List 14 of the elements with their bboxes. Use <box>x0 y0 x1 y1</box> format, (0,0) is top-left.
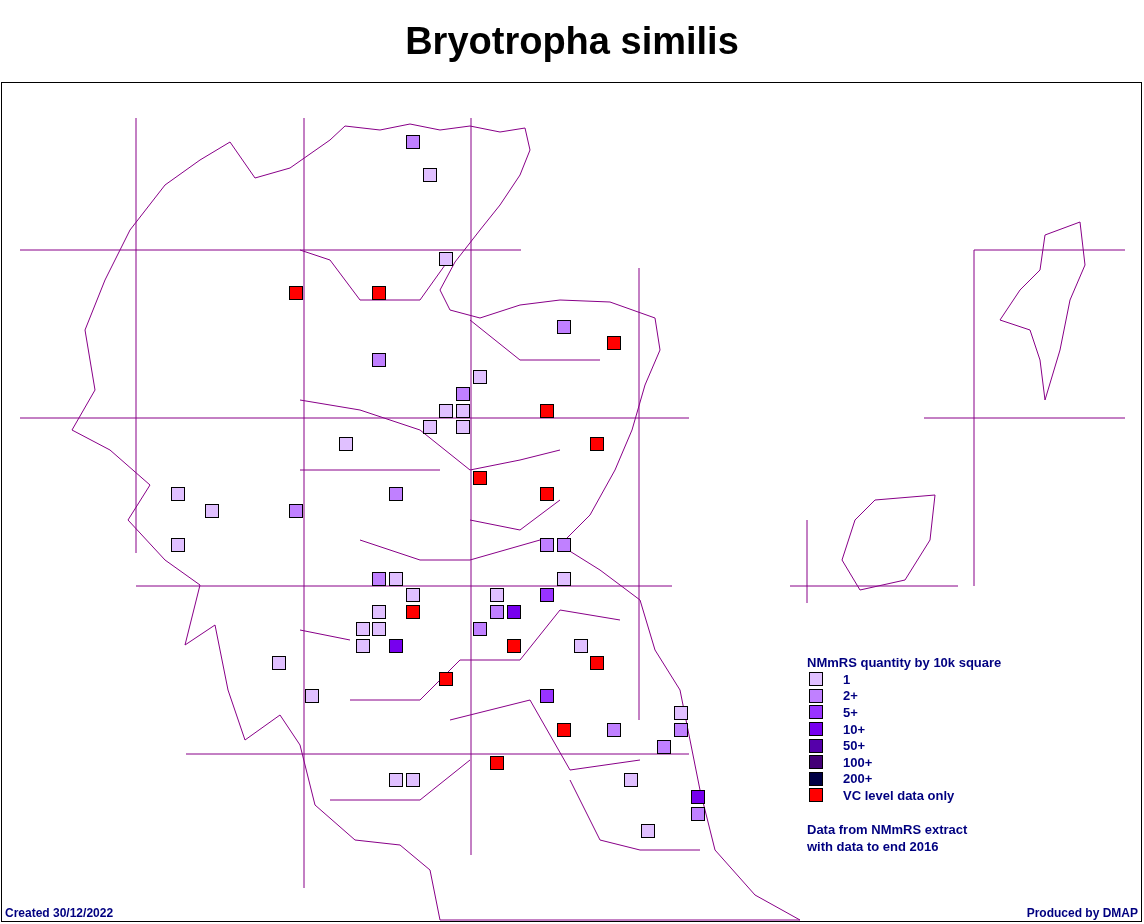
legend-label: 2+ <box>843 688 858 704</box>
created-date: Created 30/12/2022 <box>5 906 114 920</box>
producer-credit: Produced by DMAP <box>1026 906 1138 920</box>
legend-heading: NMmRS quantity by 10k square <box>807 655 1002 670</box>
legend-label: 10+ <box>843 721 866 737</box>
legend-label: 100+ <box>843 754 873 770</box>
legend-label: VC level data only <box>843 787 955 803</box>
legend-label: 5+ <box>843 705 858 720</box>
legend-label: 1 <box>843 671 851 687</box>
data-note: Data from NMmRS extract <box>807 820 969 838</box>
legend-label: 50+ <box>843 738 866 754</box>
data-note: with data to end 2016 <box>807 837 940 855</box>
legend-label: 200+ <box>843 771 873 787</box>
map-title: Bryotropha similis <box>404 18 740 64</box>
